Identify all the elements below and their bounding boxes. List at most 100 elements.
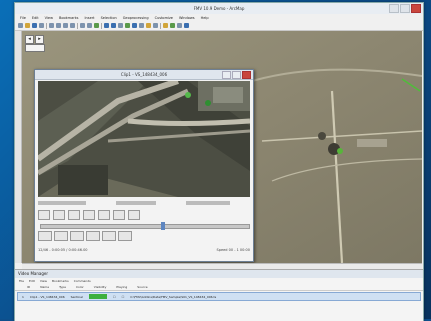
zoom-to-frame-button[interactable] <box>86 231 100 241</box>
col-playing[interactable]: Playing <box>116 285 127 289</box>
video-window-controls <box>222 71 251 79</box>
undo-icon[interactable] <box>80 23 85 28</box>
menu-view[interactable]: View <box>45 16 53 20</box>
row-source: C:\FMV\Addins\Data\FMV_Sample\S01_VS_148… <box>130 294 217 299</box>
map-nav-controls: ◂ ▸ <box>25 35 44 44</box>
zoom-in-icon[interactable] <box>104 23 109 28</box>
standard-toolbar <box>15 21 423 31</box>
video-title-bar: Clip1 - VS_148434_006 <box>35 70 253 80</box>
menu-help[interactable]: Help <box>201 16 209 20</box>
video-footer-right: Speed 00 - 1 00:00 <box>216 248 250 252</box>
col-type[interactable]: Type <box>59 285 66 289</box>
folder-icon[interactable] <box>163 23 168 28</box>
minimize-button[interactable] <box>389 4 399 13</box>
title-bar: FMV 10.9 Demo - ArcMap <box>15 3 423 14</box>
col-source[interactable]: Source <box>137 285 147 289</box>
menu-windows[interactable]: Windows <box>179 16 195 20</box>
timeline-knob[interactable] <box>161 222 165 230</box>
zoom-out-icon[interactable] <box>111 23 116 28</box>
menu-bar: File Edit View Bookmarks Insert Selectio… <box>15 14 423 21</box>
play-button[interactable] <box>68 210 80 220</box>
maximize-button[interactable] <box>400 4 410 13</box>
col-visibility[interactable]: Visibility <box>94 285 107 289</box>
nav-zoom-bar[interactable] <box>25 44 45 52</box>
col-color[interactable]: Color <box>76 285 84 289</box>
add-data-icon[interactable] <box>94 23 99 28</box>
find-icon[interactable] <box>139 23 144 28</box>
video-frame[interactable] <box>38 81 250 197</box>
nav-back-icon[interactable]: ◂ <box>25 35 34 44</box>
video-footer: 12/46 - 0:00:05 / 0:00:46.00 Speed 00 - … <box>38 246 250 254</box>
col-name[interactable]: Name <box>40 285 49 289</box>
record-button[interactable] <box>38 231 52 241</box>
python-icon[interactable] <box>184 23 189 28</box>
identify-icon[interactable] <box>132 23 137 28</box>
col-id[interactable]: ID <box>27 285 30 289</box>
layer-icon[interactable] <box>170 23 175 28</box>
video-maximize-button[interactable] <box>232 71 241 79</box>
row-name: Clip1 - VS_148434_006 <box>29 294 65 299</box>
row-color-swatch[interactable] <box>88 294 107 299</box>
menu-geoprocessing[interactable]: Geoprocessing <box>123 16 149 20</box>
video-tools-row <box>38 231 250 241</box>
copy-icon[interactable] <box>56 23 61 28</box>
menu-file[interactable]: File <box>20 16 26 20</box>
save-icon[interactable] <box>32 23 37 28</box>
row-playing-checkbox[interactable]: ☐ <box>122 295 125 299</box>
vm-menu-file[interactable]: File <box>19 279 24 283</box>
delete-icon[interactable] <box>70 23 75 28</box>
close-button[interactable] <box>411 4 421 13</box>
left-dock-strip[interactable] <box>15 31 22 263</box>
menu-bookmarks[interactable]: Bookmarks <box>59 16 79 20</box>
open-icon[interactable] <box>25 23 30 28</box>
last-frame-button[interactable] <box>128 210 140 220</box>
video-minimize-button[interactable] <box>222 71 231 79</box>
stop-button[interactable] <box>98 210 110 220</box>
vm-menu-view[interactable]: View <box>40 279 47 283</box>
video-timeline-slider[interactable] <box>40 222 250 230</box>
video-manager-title: Video Manager <box>15 270 423 278</box>
hyperlink-icon[interactable] <box>153 23 158 28</box>
new-icon[interactable] <box>18 23 23 28</box>
video-player-window: Clip1 - VS_148434_006 12/46 - 0:00:05 / … <box>34 69 254 262</box>
vm-menu-edit[interactable]: Edit <box>29 279 35 283</box>
toolbar-separator <box>160 22 161 29</box>
first-frame-button[interactable] <box>38 210 50 220</box>
row-visibility-checkbox[interactable]: ☐ <box>113 295 116 299</box>
table-icon[interactable] <box>177 23 182 28</box>
redo-icon[interactable] <box>87 23 92 28</box>
cut-icon[interactable] <box>49 23 54 28</box>
row-type: Sentinel <box>70 294 83 299</box>
status-frame <box>38 201 86 205</box>
vm-menu-commands[interactable]: Commands <box>74 279 91 283</box>
video-controls <box>38 210 250 220</box>
toolbar-separator <box>101 22 102 29</box>
print-icon[interactable] <box>39 23 44 28</box>
full-extent-icon[interactable] <box>125 23 130 28</box>
pan-icon[interactable] <box>118 23 123 28</box>
menu-selection[interactable]: Selection <box>101 16 117 20</box>
options-button[interactable] <box>118 231 132 241</box>
menu-customize[interactable]: Customize <box>155 16 173 20</box>
map-view[interactable]: ◂ ▸ Clip1 - VS_148434_006 12/46 - 0:00:0… <box>22 31 422 263</box>
video-manager-columns: ID Name Type Color Visibility Playing So… <box>15 284 423 291</box>
video-status-bar <box>38 199 250 207</box>
previous-frame-button[interactable] <box>53 210 65 220</box>
video-close-button[interactable] <box>242 71 251 79</box>
table-row[interactable]: 1 Clip1 - VS_148434_006 Sentinel ☐ ☐ C:\… <box>17 292 421 301</box>
bookmark-button[interactable] <box>70 231 84 241</box>
follow-button[interactable] <box>102 231 116 241</box>
menu-insert[interactable]: Insert <box>85 16 95 20</box>
menu-edit[interactable]: Edit <box>32 16 39 20</box>
video-manager-panel: Video Manager File Edit View Bookmarks C… <box>15 269 423 321</box>
measure-icon[interactable] <box>146 23 151 28</box>
paste-icon[interactable] <box>63 23 68 28</box>
pause-button[interactable] <box>83 210 95 220</box>
snapshot-button[interactable] <box>54 231 68 241</box>
status-time <box>116 201 156 205</box>
vm-menu-bookmarks[interactable]: Bookmarks <box>52 279 69 283</box>
next-frame-button[interactable] <box>113 210 125 220</box>
toolbar-separator <box>77 22 78 29</box>
video-title: Clip1 - VS_148434_006 <box>120 72 168 77</box>
nav-forward-icon[interactable]: ▸ <box>35 35 44 44</box>
